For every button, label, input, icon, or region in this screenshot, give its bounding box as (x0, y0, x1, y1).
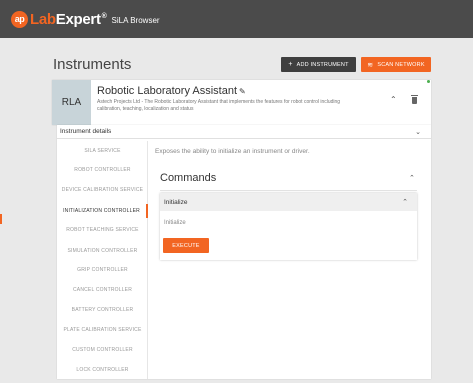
instrument-name: Robotic Laboratory Assistant (97, 85, 238, 97)
feature-description: Exposes the ability to initialize an ins… (155, 148, 310, 155)
command-panel: Initialize ⌃ Initialize EXECUTE (160, 193, 417, 260)
command-name: Initialize (164, 198, 188, 206)
page-title: Instruments (53, 56, 132, 73)
command-collapse-icon[interactable]: ⌃ (402, 198, 408, 206)
logo-text[interactable]: LabExpert® (30, 11, 107, 28)
feature-nav: SILA SERVICE ROBOT CONTROLLER DEVICE CAL… (57, 141, 148, 379)
scan-network-button[interactable]: ≋ SCAN NETWORK (361, 57, 431, 72)
scan-network-label: SCAN NETWORK (377, 61, 425, 68)
nav-item-lock-controller[interactable]: LOCK CONTROLLER (57, 363, 148, 377)
wifi-icon: ≋ (367, 61, 374, 69)
nav-item-custom-controller[interactable]: CUSTOM CONTROLLER (57, 343, 148, 357)
logo-expert: Expert (55, 10, 101, 28)
logo-icon[interactable]: ap (11, 10, 28, 28)
nav-item-robot-teaching-service[interactable]: ROBOT TEACHING SERVICE (57, 223, 148, 237)
chevron-up-icon[interactable]: ⌃ (390, 95, 397, 104)
command-subtitle: Initialize (164, 220, 186, 226)
nav-item-simulation-controller[interactable]: SIMULATION CONTROLLER (57, 244, 148, 258)
nav-item-plate-calibration-service[interactable]: PLATE CALIBRATION SERVICE (57, 323, 148, 337)
nav-item-grip-controller[interactable]: GRIP CONTROLLER (57, 263, 148, 277)
status-indicator (427, 80, 430, 83)
commands-title: Commands (160, 172, 217, 184)
add-instrument-button[interactable]: + ADD INSTRUMENT (281, 57, 356, 72)
instrument-details-title: Instrument details (60, 128, 112, 135)
nav-item-device-calibration-service[interactable]: DEVICE CALIBRATION SERVICE (57, 183, 148, 197)
instrument-name-row: Robotic Laboratory Assistant ✎ (97, 85, 246, 97)
nav-item-battery-controller[interactable]: BATTERY CONTROLLER (57, 303, 148, 317)
nav-item-sila-service[interactable]: SILA SERVICE (57, 144, 148, 158)
instrument-details-header[interactable]: Instrument details ⌄ (57, 125, 431, 139)
commands-collapse-icon[interactable]: ⌃ (409, 174, 415, 182)
logo-lab: Lab (30, 10, 56, 28)
app-bar: ap LabExpert® SiLA Browser (0, 0, 473, 38)
instrument-description: Astech Projects Ltd - The Robotic Labora… (97, 99, 341, 112)
logo-registered: ® (101, 12, 107, 20)
delete-icon[interactable] (411, 95, 418, 104)
execute-button[interactable]: EXECUTE (163, 238, 209, 253)
instrument-avatar: RLA (52, 80, 91, 125)
nav-item-initialization-controller[interactable]: INITIALIZATION CONTROLLER (57, 204, 148, 218)
command-header[interactable]: Initialize ⌃ (160, 193, 417, 211)
plus-icon: + (288, 61, 293, 68)
app-subtitle: SiLA Browser (111, 16, 160, 25)
nav-item-cancel-controller[interactable]: CANCEL CONTROLLER (57, 283, 148, 297)
divider (160, 190, 417, 191)
drawer-handle[interactable] (0, 214, 2, 224)
edit-icon[interactable]: ✎ (239, 87, 246, 96)
nav-item-robot-controller[interactable]: ROBOT CONTROLLER (57, 163, 148, 177)
instrument-card[interactable]: RLA Robotic Laboratory Assistant ✎ Astech… (52, 80, 431, 125)
add-instrument-label: ADD INSTRUMENT (296, 61, 349, 68)
chevron-down-icon[interactable]: ⌄ (415, 128, 421, 136)
